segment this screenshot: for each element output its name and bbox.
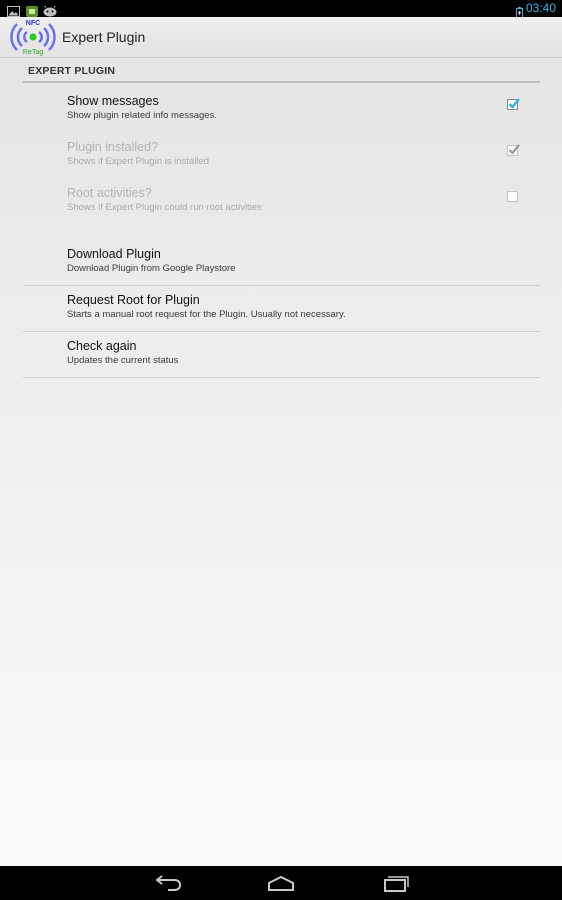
pref-summary: Download Plugin from Google Playstore xyxy=(67,263,236,274)
pref-check-again[interactable]: Check again Updates the current status xyxy=(23,332,540,378)
pref-title: Plugin installed? xyxy=(67,140,159,154)
show-messages-checkbox[interactable] xyxy=(507,98,520,110)
status-time: 03:40 xyxy=(525,1,556,15)
category-header: EXPERT PLUGIN xyxy=(23,61,540,83)
svg-text:NFC: NFC xyxy=(26,20,40,27)
action-bar-title: Expert Plugin xyxy=(62,29,146,45)
pref-title: Show messages xyxy=(67,94,159,108)
pref-plugin-installed: Plugin installed? Shows if Expert Plugin… xyxy=(23,133,540,178)
nfc-retag-logo-icon[interactable]: NFC ReTag xyxy=(8,18,58,60)
pref-summary: Starts a manual root request for the Plu… xyxy=(67,309,346,320)
pref-summary: Shows if Expert Plugin could run root ac… xyxy=(67,202,262,213)
pref-title: Check again xyxy=(67,339,137,353)
category-header-label: EXPERT PLUGIN xyxy=(28,65,116,77)
checkmark-icon xyxy=(508,144,520,155)
back-icon[interactable] xyxy=(148,872,188,894)
action-bar: NFC ReTag Expert Plugin xyxy=(0,17,562,58)
preferences-screen: EXPERT PLUGIN Show messages Show plugin … xyxy=(0,58,562,866)
pref-title: Request Root for Plugin xyxy=(67,293,200,307)
pref-title: Download Plugin xyxy=(67,247,161,261)
navigation-bar xyxy=(0,866,562,900)
checkmark-icon xyxy=(508,98,520,109)
home-icon[interactable] xyxy=(261,872,301,894)
pref-show-messages[interactable]: Show messages Show plugin related info m… xyxy=(23,87,540,132)
pref-summary: Show plugin related info messages. xyxy=(67,110,217,121)
pref-summary: Shows if Expert Plugin is installed xyxy=(67,156,210,167)
root-activities-checkbox xyxy=(507,191,518,202)
plugin-installed-checkbox xyxy=(507,144,520,156)
recent-apps-icon[interactable] xyxy=(376,872,416,894)
pref-summary: Updates the current status xyxy=(67,355,179,366)
pref-download-plugin[interactable]: Download Plugin Download Plugin from Goo… xyxy=(23,240,540,286)
pref-title: Root activities? xyxy=(67,186,152,200)
pref-root-activities: Root activities? Shows if Expert Plugin … xyxy=(23,179,540,224)
pref-request-root[interactable]: Request Root for Plugin Starts a manual … xyxy=(23,286,540,332)
svg-text:ReTag: ReTag xyxy=(23,49,43,56)
status-bar: 03:40 xyxy=(0,0,562,18)
